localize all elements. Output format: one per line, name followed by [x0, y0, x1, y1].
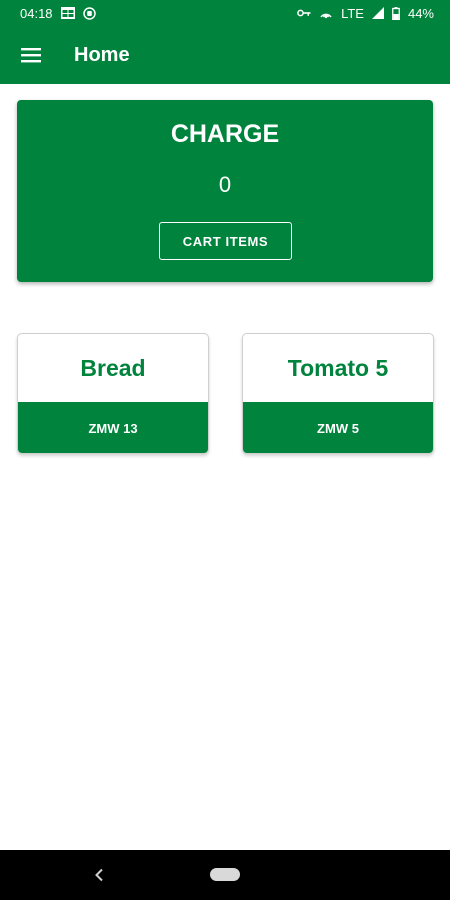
product-name: Bread — [80, 354, 146, 381]
status-bar: 04:18 LTE 44% — [0, 0, 450, 26]
battery-icon — [392, 6, 400, 20]
battery-level: 44% — [407, 5, 434, 21]
whatsapp-icon — [82, 6, 96, 20]
charge-card: CHARGE 0 CART ITEMS — [17, 100, 433, 282]
product-price: ZMW 5 — [243, 402, 433, 453]
product-card[interactable]: Bread ZMW 13 — [17, 333, 209, 454]
product-name: Tomato 5 — [287, 354, 389, 381]
status-bar-right: LTE 44% — [297, 6, 434, 21]
network-type: LTE — [341, 5, 364, 21]
grid-notification-icon — [60, 7, 75, 19]
status-bar-left: 04:18 — [20, 6, 96, 21]
back-chevron-icon — [94, 868, 104, 882]
status-time: 04:18 — [20, 5, 53, 21]
hotspot-icon — [319, 7, 333, 19]
menu-button[interactable] — [0, 26, 60, 84]
signal-icon — [371, 7, 384, 19]
charge-title: CHARGE — [170, 120, 280, 148]
app-bar: Home — [0, 26, 450, 84]
product-card[interactable]: Tomato 5 ZMW 5 — [242, 333, 434, 454]
product-price: ZMW 13 — [18, 402, 208, 453]
cart-items-button[interactable]: CART ITEMS — [159, 222, 292, 260]
page-title: Home — [74, 43, 130, 66]
charge-amount: 0 — [218, 172, 232, 197]
back-button[interactable] — [90, 865, 108, 885]
vpn-key-icon — [297, 8, 311, 18]
home-pill-icon[interactable] — [210, 868, 240, 881]
system-nav-bar — [0, 850, 450, 900]
hamburger-menu-icon — [21, 47, 41, 63]
